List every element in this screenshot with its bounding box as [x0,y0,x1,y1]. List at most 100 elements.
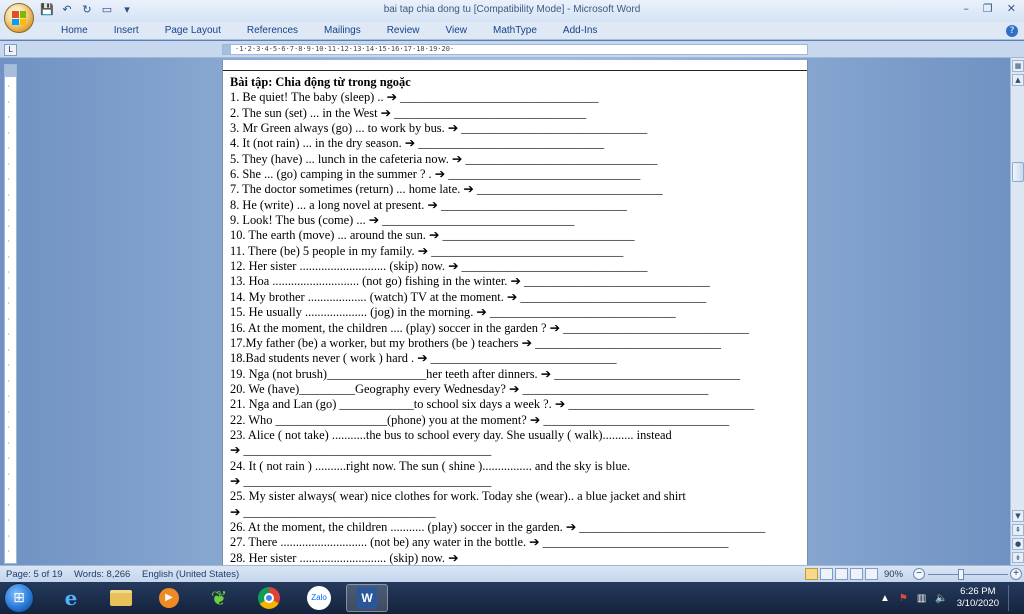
taskbar-word[interactable]: W [346,584,388,612]
exercise-line: 13. Hoa ............................ (no… [230,274,710,289]
left-margin-marker [223,45,231,54]
system-clock[interactable]: 6:26 PM 3/10/2020 [957,586,999,610]
media-player-icon: ▶ [159,588,179,608]
start-button[interactable]: ⊞ [4,583,34,613]
tab-mailings[interactable]: Mailings [311,25,374,36]
exercise-line: 4. It (not rain) ... in the dry season. … [230,136,605,151]
select-browse-object-icon[interactable]: ● [1012,538,1024,550]
tab-insert[interactable]: Insert [101,25,152,36]
word-count[interactable]: Words: 8,266 [74,569,130,580]
taskbar-chrome[interactable] [248,584,290,612]
print-layout-view-button[interactable] [805,568,818,580]
scroll-down-icon[interactable]: ▼ [1012,510,1024,522]
zoom-slider[interactable] [928,574,1008,575]
language-indicator[interactable]: English (United States) [142,569,239,580]
scroll-thumb[interactable] [1012,162,1024,182]
restore-button[interactable]: ❐ [983,2,993,15]
tab-mathtype[interactable]: MathType [480,25,550,36]
close-button[interactable]: ✕ [1007,2,1016,15]
next-page-icon[interactable]: ⇟ [1012,552,1024,563]
window-controls: – ❐ ✕ [963,2,1016,15]
taskbar-file-explorer[interactable] [100,584,142,612]
exercise-line: 15. He usually .................... (jog… [230,305,676,320]
ruler-toggle-button[interactable]: ▦ [1012,60,1024,72]
exercise-line: 1. Be quiet! The baby (sleep) .. ➔ _____… [230,90,599,105]
exercise-line: 7. The doctor sometimes (return) ... hom… [230,182,663,197]
tab-home[interactable]: Home [48,25,101,36]
page-count[interactable]: Page: 5 of 19 [6,569,63,580]
help-icon[interactable]: ? [1006,25,1018,37]
exercise-line: 5. They (have) ... lunch in the cafeteri… [230,151,658,166]
system-tray: ▲ ⚑ ▥ 🔈 6:26 PM 3/10/2020 [880,585,1016,611]
status-bar: Page: 5 of 19 Words: 8,266 English (Unit… [0,565,1024,582]
page-header-area [223,60,807,71]
leaf-app-icon: ❦ [210,586,228,610]
exercise-line: 24. It ( not rain ) ..........right now.… [230,458,631,473]
zoom-level[interactable]: 90% [884,569,903,580]
tab-references[interactable]: References [234,25,311,36]
exercise-line: 17.My father (be) a worker, but my broth… [230,335,721,350]
vertical-ruler[interactable]: · · · · · · · · · · · · · · · · · · · · · · · · · · · · · · · [4,64,17,564]
taskbar-internet-explorer[interactable]: e [50,584,92,612]
office-button[interactable] [4,3,34,33]
taskbar-zalo[interactable]: Zalo [298,584,340,612]
title-bar: 💾 ↶ ↻ ▭ ▾ bai tap chia dong tu [Compatib… [0,0,1024,33]
minimize-button[interactable]: – [963,2,969,15]
internet-explorer-icon: e [64,586,78,610]
clock-date: 3/10/2020 [956,598,999,609]
exercise-line: 11. There (be) 5 people in my family. ➔ … [230,243,624,258]
show-hidden-icons-icon[interactable]: ▲ [880,593,890,604]
zoom-in-button[interactable]: + [1010,568,1022,580]
exercise-line: 12. Her sister .........................… [230,259,648,274]
vertical-scrollbar[interactable]: ▦ ▲ ▼ ⇞ ● ⇟ [1010,58,1024,565]
draft-view-button[interactable] [865,568,878,580]
exercise-line: 9. Look! The bus (come) ... ➔ __________… [230,213,575,228]
document-page[interactable]: Bài tập: Chia động từ trong ngoặc 1. Be … [222,60,808,565]
document-body[interactable]: Bài tập: Chia động từ trong ngoặc 1. Be … [230,75,805,565]
windows-logo-icon: ⊞ [13,590,25,606]
top-margin-marker [5,65,16,77]
exercise-line: 20. We (have)_________Geography every We… [230,381,709,396]
scroll-up-icon[interactable]: ▲ [1012,74,1024,86]
exercise-line: 14. My brother ................... (watc… [230,289,707,304]
exercise-line: 19. Nga (not brush)________________her t… [230,366,741,381]
exercise-line: 2. The sun (set) ... in the West ➔ _____… [230,105,587,120]
taskbar-media-player[interactable]: ▶ [148,584,190,612]
ruler-ticks: ·1·2·3·4·5·6·7·8·9·10·11·12·13·14·15·16·… [235,45,455,53]
exercise-line: 18.Bad students never ( work ) hard . ➔ … [230,351,617,366]
exercise-line: 25. My sister always( wear) nice clothes… [230,489,686,504]
office-logo-icon [12,11,26,25]
taskbar-green-app[interactable]: ❦ [198,584,240,612]
tab-add-ins[interactable]: Add-Ins [550,25,610,36]
previous-page-icon[interactable]: ⇞ [1012,524,1024,536]
show-desktop-button[interactable] [1008,585,1016,611]
folder-icon [110,590,132,606]
exercise-line: 27. There ............................ (… [230,535,729,550]
volume-icon[interactable]: 🔈 [935,593,947,604]
exercise-line: 28. Her sister .........................… [230,550,459,565]
outline-view-button[interactable] [850,568,863,580]
tab-page-layout[interactable]: Page Layout [152,25,234,36]
tab-view[interactable]: View [433,25,481,36]
network-icon[interactable]: ▥ [917,593,926,604]
zoom-slider-thumb[interactable] [958,569,964,580]
exercise-line: ➔ ______________________________________… [230,473,492,488]
horizontal-ruler[interactable]: ·1·2·3·4·5·6·7·8·9·10·11·12·13·14·15·16·… [222,44,808,55]
web-layout-view-button[interactable] [835,568,848,580]
exercise-line: 22. Who __________________(phone) you at… [230,412,730,427]
exercise-line: 16. At the moment, the children .... (pl… [230,320,749,335]
action-center-flag-icon[interactable]: ⚑ [899,593,908,604]
chrome-icon [258,587,280,609]
exercise-heading: Bài tập: Chia động từ trong ngoặc [230,75,411,89]
view-buttons [805,568,878,580]
tab-selector-button[interactable]: L [4,44,17,56]
exercise-line: ➔ ______________________________________… [230,443,492,458]
zoom-out-button[interactable]: − [913,568,925,580]
full-screen-reading-view-button[interactable] [820,568,833,580]
window-title: bai tap chia dong tu [Compatibility Mode… [383,4,641,15]
exercise-line: 23. Alice ( not take) ...........the bus… [230,427,672,442]
exercise-line: 26. At the moment, the children ........… [230,519,766,534]
tab-review[interactable]: Review [374,25,433,36]
vertical-ruler-ticks: · · · · · · · · · · · · · · · · · · · · · · · · · · · · · · · [7,83,11,555]
exercise-line: 8. He (write) ... a long novel at presen… [230,197,627,212]
